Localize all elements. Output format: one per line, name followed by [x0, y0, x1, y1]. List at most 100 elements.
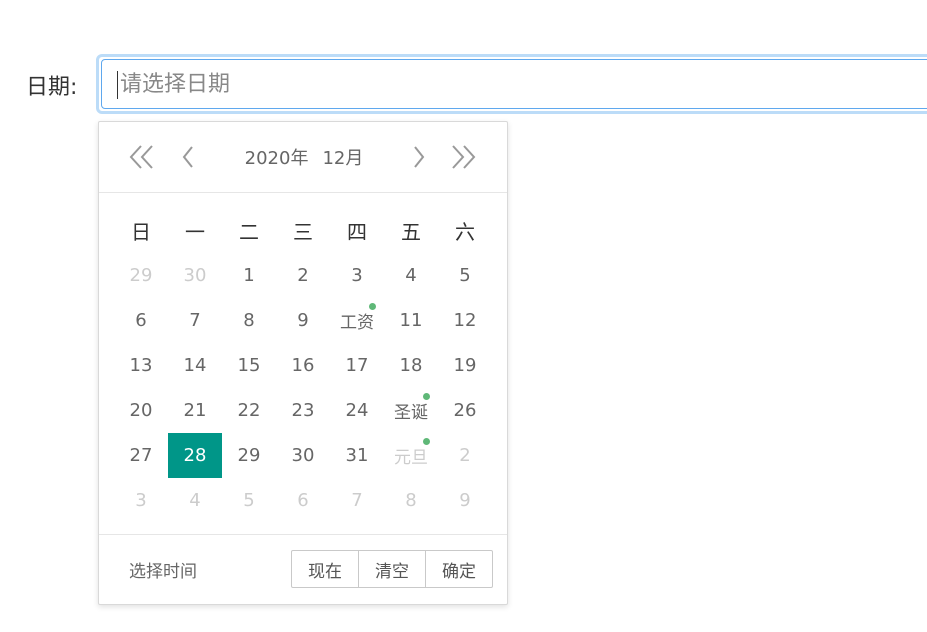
day-label: 工资 [340, 313, 374, 333]
day-label: 圣诞 [394, 403, 428, 423]
month-selector[interactable]: 12月 [322, 144, 363, 170]
day-label: 17 [345, 355, 369, 376]
day-cell[interactable]: 2 [276, 253, 330, 298]
day-cell[interactable]: 26 [438, 388, 492, 433]
day-cell[interactable]: 7 [330, 478, 384, 523]
prev-year-button[interactable] [127, 144, 157, 170]
day-label: 23 [291, 400, 315, 421]
week-row: 29 30 1 2 3 4 5 [114, 253, 492, 298]
day-label: 19 [453, 355, 477, 376]
event-mark-dot [423, 438, 430, 445]
calendar-grid: 日 一 二 三 四 五 六 29 30 1 2 3 4 5 6 7 8 9 工资 11 12 13 14 15 1… [114, 208, 492, 523]
day-cell[interactable]: 1 [222, 253, 276, 298]
day-label: 3 [135, 490, 147, 511]
day-label: 2 [297, 265, 309, 286]
day-cell[interactable]: 2 [438, 433, 492, 478]
day-label: 28 [183, 445, 207, 466]
day-label: 29 [129, 265, 153, 286]
day-label: 7 [351, 490, 363, 511]
day-cell[interactable]: 12 [438, 298, 492, 343]
prev-month-button[interactable] [173, 144, 203, 170]
day-cell[interactable]: 13 [114, 343, 168, 388]
day-label: 20 [129, 400, 153, 421]
clear-button[interactable]: 清空 [358, 550, 426, 588]
next-year-button[interactable] [448, 144, 478, 170]
calendar-days: 29 30 1 2 3 4 5 6 7 8 9 工资 11 12 13 14 15 16 17 18 19 20 21 22 2… [114, 253, 492, 523]
picker-title: 2020年 12月 [219, 122, 389, 192]
day-cell[interactable]: 14 [168, 343, 222, 388]
day-cell[interactable]: 6 [276, 478, 330, 523]
day-label: 9 [297, 310, 309, 331]
day-label: 27 [129, 445, 153, 466]
day-cell[interactable]: 9 [438, 478, 492, 523]
day-cell[interactable]: 30 [276, 433, 330, 478]
day-cell[interactable]: 19 [438, 343, 492, 388]
day-cell[interactable]: 30 [168, 253, 222, 298]
day-cell[interactable]: 23 [276, 388, 330, 433]
day-label: 1 [243, 265, 255, 286]
day-cell[interactable]: 5 [438, 253, 492, 298]
day-cell[interactable]: 8 [222, 298, 276, 343]
day-label: 2 [459, 445, 471, 466]
week-row: 3 4 5 6 7 8 9 [114, 478, 492, 523]
day-label: 5 [243, 490, 255, 511]
day-label: 9 [459, 490, 471, 511]
now-button[interactable]: 现在 [291, 550, 359, 588]
day-label: 15 [237, 355, 261, 376]
day-label: 8 [405, 490, 417, 511]
week-row: 27 28 29 30 31 元旦 2 [114, 433, 492, 478]
day-label: 13 [129, 355, 153, 376]
day-cell[interactable]: 4 [384, 253, 438, 298]
day-cell[interactable]: 11 [384, 298, 438, 343]
day-cell[interactable]: 工资 [330, 298, 384, 343]
weekday-label: 二 [239, 220, 259, 244]
day-cell[interactable]: 20 [114, 388, 168, 433]
day-cell[interactable]: 圣诞 [384, 388, 438, 433]
day-cell[interactable]: 17 [330, 343, 384, 388]
day-cell[interactable]: 5 [222, 478, 276, 523]
day-cell[interactable]: 29 [222, 433, 276, 478]
day-cell[interactable]: 24 [330, 388, 384, 433]
day-label: 12 [453, 310, 477, 331]
confirm-button[interactable]: 确定 [425, 550, 493, 588]
day-label: 14 [183, 355, 207, 376]
day-cell[interactable]: 18 [384, 343, 438, 388]
day-cell[interactable]: 3 [330, 253, 384, 298]
select-time-link[interactable]: 选择时间 [129, 535, 197, 604]
day-label: 24 [345, 400, 369, 421]
day-label: 4 [189, 490, 201, 511]
day-cell[interactable]: 8 [384, 478, 438, 523]
day-cell[interactable]: 6 [114, 298, 168, 343]
day-cell[interactable]: 15 [222, 343, 276, 388]
day-cell[interactable]: 16 [276, 343, 330, 388]
day-label: 6 [297, 490, 309, 511]
double-chevron-left-icon [129, 145, 153, 169]
day-label: 31 [345, 445, 369, 466]
chevron-left-icon [182, 146, 193, 168]
day-cell[interactable]: 3 [114, 478, 168, 523]
day-label: 22 [237, 400, 261, 421]
day-cell-selected[interactable]: 28 [168, 433, 222, 478]
day-cell[interactable]: 元旦 [384, 433, 438, 478]
text-caret [117, 71, 118, 99]
day-cell[interactable]: 31 [330, 433, 384, 478]
day-label: 7 [189, 310, 201, 331]
date-input-focus-ring [96, 54, 927, 114]
day-cell[interactable]: 27 [114, 433, 168, 478]
day-cell[interactable]: 9 [276, 298, 330, 343]
weekday-header-row: 日 一 二 三 四 五 六 [114, 208, 492, 253]
weekday-label: 一 [185, 220, 205, 244]
day-cell[interactable]: 29 [114, 253, 168, 298]
week-row: 6 7 8 9 工资 11 12 [114, 298, 492, 343]
day-cell[interactable]: 7 [168, 298, 222, 343]
day-cell[interactable]: 22 [222, 388, 276, 433]
day-label: 26 [453, 400, 477, 421]
day-cell[interactable]: 21 [168, 388, 222, 433]
event-mark-dot [369, 303, 376, 310]
day-label: 30 [291, 445, 315, 466]
date-input[interactable] [101, 59, 927, 109]
day-cell[interactable]: 4 [168, 478, 222, 523]
year-selector[interactable]: 2020年 [245, 144, 309, 170]
next-month-button[interactable] [404, 144, 434, 170]
weekday-label: 六 [455, 220, 475, 244]
